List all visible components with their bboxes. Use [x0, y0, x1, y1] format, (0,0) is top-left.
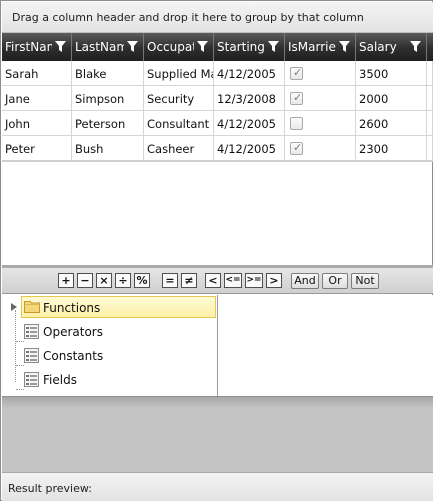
expand-arrow-icon[interactable] [11, 303, 17, 311]
minus-button[interactable]: − [77, 273, 93, 288]
tree-item-label: Fields [43, 373, 77, 387]
cell-lastname[interactable]: Bush [72, 136, 144, 161]
filter-icon[interactable] [127, 41, 138, 52]
less-equal-button[interactable]: <= [224, 273, 242, 288]
and-button[interactable]: And [291, 273, 319, 289]
grid-header-row: FirstName LastName Occupation StartingDa… [2, 33, 433, 61]
tree-item-label: Functions [43, 301, 101, 315]
column-header-startingdate[interactable]: StartingDate [214, 33, 285, 61]
percent-button[interactable]: % [134, 273, 150, 288]
result-preview-label: Result preview: [8, 482, 92, 495]
tree-item-operators[interactable]: Operators [2, 320, 218, 342]
group-panel-hint: Drag a column header and drop it here to… [12, 11, 364, 24]
filter-icon[interactable] [339, 41, 350, 52]
expression-category-tree: Functions Operators Constants Fields [2, 295, 218, 396]
column-header-salary[interactable]: Salary [356, 33, 427, 61]
tree-item-label: Constants [43, 349, 104, 363]
cell-salary[interactable]: 3500 [356, 61, 427, 86]
list-icon [24, 348, 39, 363]
multiply-button[interactable]: × [96, 273, 112, 288]
cell-startingdate[interactable]: 4/12/2005 [214, 61, 285, 86]
column-header-label: StartingDate [217, 40, 265, 54]
expression-items-list[interactable] [219, 295, 433, 396]
column-header-occupation[interactable]: Occupation [144, 33, 214, 61]
table-row[interactable]: John Peterson Consultant 4/12/2005 2600 [2, 111, 433, 136]
list-icon [24, 324, 39, 339]
or-button[interactable]: Or [322, 273, 348, 289]
table-row[interactable]: Sarah Blake Supplied Manager 4/12/2005 ✓… [2, 61, 433, 86]
tree-item-constants[interactable]: Constants [2, 344, 218, 366]
column-header-label: IsMarried [288, 40, 336, 54]
folder-icon [24, 301, 40, 313]
cell-occupation[interactable]: Consultant [144, 111, 214, 136]
cell-ismarried[interactable]: ✓ [285, 61, 356, 86]
filter-icon[interactable] [410, 41, 421, 52]
check-icon: ✓ [293, 66, 303, 79]
column-header-firstname[interactable]: FirstName [2, 33, 72, 61]
tree-item-fields[interactable]: Fields [2, 368, 218, 390]
cell-occupation[interactable]: Casheer [144, 136, 214, 161]
cell-firstname[interactable]: Peter [2, 136, 72, 161]
cell-startingdate[interactable]: 4/12/2005 [214, 136, 285, 161]
result-preview-bar: Result preview: [2, 472, 433, 501]
cell-salary[interactable]: 2300 [356, 136, 427, 161]
filter-icon[interactable] [197, 41, 208, 52]
cell-firstname[interactable]: Jane [2, 86, 72, 111]
group-by-panel[interactable]: Drag a column header and drop it here to… [2, 2, 433, 33]
cell-lastname[interactable]: Simpson [72, 86, 144, 111]
ismarried-checkbox[interactable]: ✓ [290, 91, 303, 105]
grid-body: Sarah Blake Supplied Manager 4/12/2005 ✓… [2, 61, 433, 161]
greater-equal-button[interactable]: >= [245, 273, 263, 288]
plus-button[interactable]: + [58, 273, 74, 288]
cell-ismarried[interactable] [285, 111, 356, 136]
grid-bottom-border [2, 160, 433, 162]
column-header-ismarried[interactable]: IsMarried [285, 33, 356, 61]
expression-editor-window: Drag a column header and drop it here to… [0, 0, 433, 501]
not-button[interactable]: Not [351, 273, 379, 289]
cell-lastname[interactable]: Peterson [72, 111, 144, 136]
cell-ismarried[interactable]: ✓ [285, 86, 356, 111]
cell-salary[interactable]: 2000 [356, 86, 427, 111]
divide-button[interactable]: ÷ [115, 273, 131, 288]
column-header-label: Occupation [147, 40, 194, 54]
check-icon: ✓ [293, 141, 303, 154]
table-row[interactable]: Jane Simpson Security 12/3/2008 ✓ 2000 [2, 86, 433, 111]
filter-icon[interactable] [55, 41, 66, 52]
operator-toolbar: + − × ÷ % = ≠ < <= >= > And Or Not [2, 268, 433, 294]
cell-ismarried[interactable]: ✓ [285, 136, 356, 161]
cell-salary[interactable]: 2600 [356, 111, 427, 136]
list-icon [24, 372, 39, 387]
not-equal-button[interactable]: ≠ [181, 273, 197, 288]
expression-input-area[interactable] [2, 396, 433, 472]
column-header-label: FirstName [5, 40, 52, 54]
ismarried-checkbox[interactable]: ✓ [290, 141, 303, 155]
ismarried-checkbox[interactable]: ✓ [290, 66, 303, 80]
ismarried-checkbox[interactable] [290, 117, 303, 130]
column-header-label: LastName [75, 40, 124, 54]
greater-than-button[interactable]: > [266, 273, 282, 288]
less-than-button[interactable]: < [205, 273, 221, 288]
cell-spacer [427, 136, 433, 161]
column-header-label: Salary [359, 40, 397, 54]
cell-firstname[interactable]: John [2, 111, 72, 136]
cell-occupation[interactable]: Supplied Manager [144, 61, 214, 86]
column-header-spacer [427, 33, 433, 61]
filter-icon[interactable] [268, 41, 279, 52]
column-header-lastname[interactable]: LastName [72, 33, 144, 61]
cell-spacer [427, 86, 433, 111]
tree-item-label: Operators [43, 325, 103, 339]
cell-startingdate[interactable]: 4/12/2005 [214, 111, 285, 136]
cell-occupation[interactable]: Security [144, 86, 214, 111]
cell-startingdate[interactable]: 12/3/2008 [214, 86, 285, 111]
cell-spacer [427, 61, 433, 86]
cell-spacer [427, 111, 433, 136]
cell-firstname[interactable]: Sarah [2, 61, 72, 86]
table-row[interactable]: Peter Bush Casheer 4/12/2005 ✓ 2300 [2, 136, 433, 161]
tree-item-functions[interactable]: Functions [2, 296, 218, 318]
cell-lastname[interactable]: Blake [72, 61, 144, 86]
check-icon: ✓ [293, 91, 303, 104]
equal-button[interactable]: = [162, 273, 178, 288]
